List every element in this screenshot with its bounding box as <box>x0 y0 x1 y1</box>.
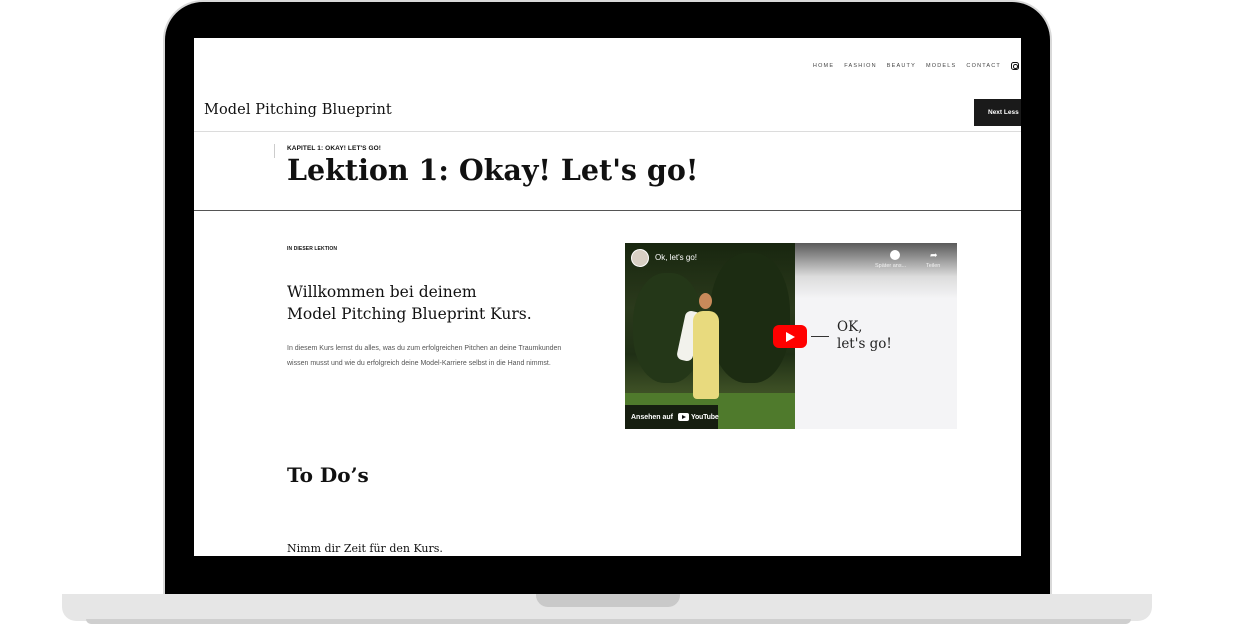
watch-on-youtube-button[interactable]: Ansehen auf YouTube <box>625 405 719 429</box>
in-lesson-label: IN DIESER LEKTION <box>287 246 338 252</box>
tree-shape <box>710 253 790 383</box>
intro-paragraph: In diesem Kurs lernst du alles, was du z… <box>287 345 562 367</box>
nav-contact[interactable]: CONTACT <box>966 63 1001 69</box>
youtube-icon <box>678 413 690 421</box>
channel-avatar[interactable] <box>631 249 649 267</box>
nav-beauty[interactable]: BEAUTY <box>887 63 916 69</box>
browser-screen: HOME FASHION BEAUTY MODELS CONTACT Model… <box>194 38 1021 556</box>
welcome-heading: Willkommen bei deinem Model Pitching Blu… <box>287 281 587 325</box>
site-brand[interactable]: Model Pitching Blueprint <box>204 102 392 118</box>
chapter-label: KAPITEL 1: OKAY! LET'S GO! <box>287 145 382 152</box>
nav-home[interactable]: HOME <box>813 63 834 69</box>
top-navigation: HOME FASHION BEAUTY MODELS CONTACT <box>813 62 1021 70</box>
video-thumbnail-photo <box>625 243 795 429</box>
watch-later-label[interactable]: Später ans... <box>875 263 906 269</box>
title-divider <box>194 210 1021 211</box>
share-icon[interactable]: ➦ <box>930 250 940 260</box>
thumbnail-line <box>811 336 829 337</box>
lesson-title: Lektion 1: Okay! Let's go! <box>287 153 699 187</box>
video-title[interactable]: Ok, let's go! <box>655 253 697 262</box>
play-icon <box>785 331 795 342</box>
youtube-logo: YouTube <box>678 413 719 421</box>
overlay-line-1: OK, <box>837 319 863 335</box>
watch-on-label: Ansehen auf <box>631 413 674 421</box>
model-head-shape <box>699 293 712 309</box>
model-dress-shape <box>693 311 719 399</box>
clock-icon[interactable] <box>890 250 900 260</box>
chapter-marker <box>274 144 275 158</box>
laptop-notch <box>536 594 680 607</box>
youtube-video-embed[interactable]: Ok, let's go! Später ans... ➦ Teilen OK,… <box>625 243 957 429</box>
header-divider <box>194 131 1021 132</box>
play-button[interactable] <box>773 325 807 348</box>
nav-models[interactable]: MODELS <box>926 63 956 69</box>
overlay-line-2: let's go! <box>837 336 892 352</box>
thumbnail-overlay-text: OK, let's go! <box>837 319 917 353</box>
instagram-icon[interactable] <box>1011 62 1019 70</box>
youtube-wordmark: YouTube <box>691 413 719 421</box>
welcome-line-2: Model Pitching Blueprint Kurs. <box>287 305 532 323</box>
nav-fashion[interactable]: FASHION <box>844 63 877 69</box>
todos-heading: To Do’s <box>287 463 369 487</box>
laptop-base-shadow <box>86 619 1131 624</box>
next-lesson-button[interactable]: Next Less <box>974 99 1021 126</box>
welcome-line-1: Willkommen bei deinem <box>287 283 477 301</box>
share-label[interactable]: Teilen <box>926 263 940 269</box>
todo-item: Nimm dir Zeit für den Kurs. <box>287 542 443 555</box>
